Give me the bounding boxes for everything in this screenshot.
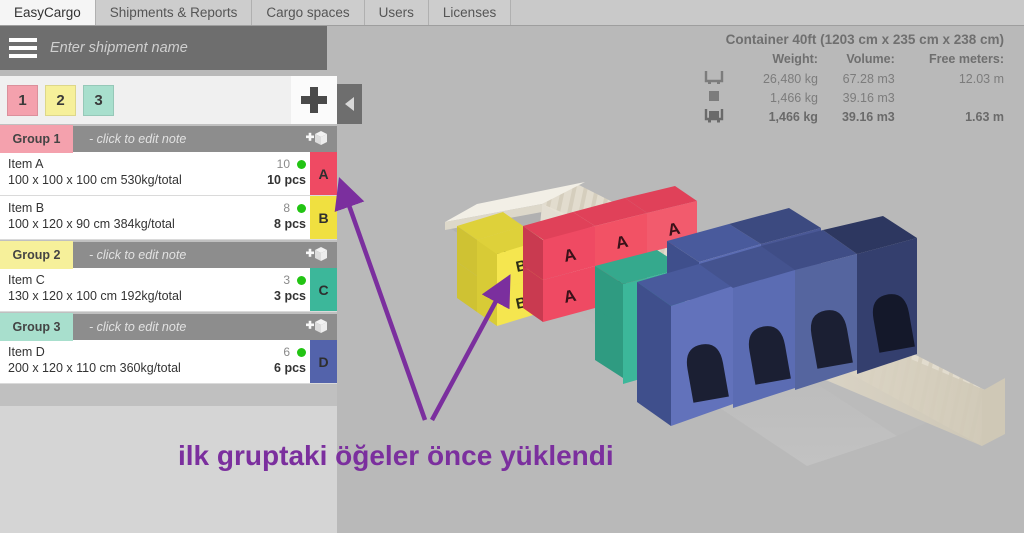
stats-header-row: Weight: Volume: Free meters: xyxy=(704,52,1004,69)
group-header-2[interactable]: Group 2 - click to edit note xyxy=(0,240,337,269)
group-tab-label: 1 xyxy=(18,91,27,109)
item-pcs: 3 pcs xyxy=(274,289,306,303)
status-dot-icon xyxy=(297,160,306,170)
item-qty-value: 10 xyxy=(276,157,290,171)
item-color-badge[interactable]: D xyxy=(310,340,337,383)
group-tab-strip: 1 2 3 xyxy=(0,76,296,124)
item-pcs: 8 pcs xyxy=(274,217,306,231)
item-name: Item B xyxy=(8,201,45,215)
item-qty-value: 3 xyxy=(283,273,290,287)
add-box-icon[interactable] xyxy=(297,245,337,265)
stats-row-cargo: 1,466 kg 39.16 m3 xyxy=(704,88,1004,107)
item-qty-value: 6 xyxy=(283,345,290,359)
group-header-1[interactable]: Group 1 - click to edit note xyxy=(0,124,337,153)
container-capacity-icon xyxy=(704,69,738,88)
loaded-volume: 39.16 m3 xyxy=(841,110,895,124)
container-title: Container 40ft (1203 cm x 235 cm x 238 c… xyxy=(725,32,1004,47)
item-color-badge[interactable]: B xyxy=(310,196,337,239)
group-note[interactable]: - click to edit note xyxy=(73,248,297,262)
stats-row-loaded: 1,466 kg 39.16 m3 1.63 m xyxy=(704,107,1004,127)
tab-label: Users xyxy=(378,4,414,20)
loaded-container-icon xyxy=(704,107,738,127)
capacity-weight: 26,480 kg xyxy=(762,71,818,86)
tab-label: Licenses xyxy=(442,4,497,20)
group-badge: Group 2 xyxy=(0,241,73,269)
item-name: Item D xyxy=(8,345,45,359)
capacity-free: 12.03 m xyxy=(958,71,1004,86)
status-dot-icon xyxy=(297,204,306,214)
tab-easycargo[interactable]: EasyCargo xyxy=(0,0,96,25)
group-tab-3[interactable]: 3 xyxy=(83,84,114,116)
item-quantity: 6 6 pcs xyxy=(248,340,310,383)
hamburger-icon[interactable] xyxy=(0,38,46,58)
item-qty-value: 8 xyxy=(283,201,290,215)
group-tab-label: 3 xyxy=(94,91,103,109)
item-info: Item C 130 x 120 x 100 cm 192kg/total xyxy=(0,268,248,311)
item-info: Item A 100 x 100 x 100 cm 530kg/total xyxy=(0,152,248,195)
item-dimensions: 100 x 100 x 100 cm 530kg/total xyxy=(8,173,182,187)
tab-licenses[interactable]: Licenses xyxy=(428,0,512,25)
item-dimensions: 100 x 120 x 90 cm 384kg/total xyxy=(8,217,175,231)
stats-col-weight: Weight: xyxy=(772,52,818,66)
item-pcs: 10 pcs xyxy=(267,173,306,187)
shipment-header: Enter shipment name xyxy=(0,26,327,70)
item-dimensions: 200 x 120 x 110 cm 360kg/total xyxy=(8,361,181,375)
group-tab-label: 2 xyxy=(56,91,65,109)
cargo-volume: 39.16 m3 xyxy=(842,90,895,105)
application-window: EasyCargo Shipments & Reports Cargo spac… xyxy=(0,0,1024,533)
cargo-weight: 1,466 kg xyxy=(769,90,818,105)
table-row[interactable]: Item B 100 x 120 x 90 cm 384kg/total 8 8… xyxy=(0,196,337,240)
table-row[interactable]: Item C 130 x 120 x 100 cm 192kg/total 3 … xyxy=(0,268,337,312)
item-name: Item C xyxy=(8,273,45,287)
stats-col-volume: Volume: xyxy=(846,52,895,66)
item-quantity: 3 3 pcs xyxy=(248,268,310,311)
annotation-text: ilk gruptaki öğeler önce yüklendi xyxy=(178,440,614,471)
collapse-panel-button[interactable] xyxy=(337,84,362,124)
group-tab-2[interactable]: 2 xyxy=(45,84,76,116)
item-info: Item B 100 x 120 x 90 cm 384kg/total xyxy=(0,196,248,239)
item-color-badge[interactable]: A xyxy=(310,152,337,195)
group-badge: Group 1 xyxy=(0,125,73,153)
stats-row-capacity: 26,480 kg 67.28 m3 12.03 m xyxy=(704,69,1004,88)
tab-shipments-reports[interactable]: Shipments & Reports xyxy=(95,0,253,25)
stats-col-free-meters: Free meters: xyxy=(928,52,1004,66)
cargo-solid-icon xyxy=(704,88,738,107)
item-name: Item A xyxy=(8,157,44,171)
group-note[interactable]: - click to edit note xyxy=(73,320,297,334)
table-row[interactable]: Item D 200 x 120 x 110 cm 360kg/total 6 … xyxy=(0,340,337,384)
tab-users[interactable]: Users xyxy=(364,0,429,25)
item-quantity: 8 8 pcs xyxy=(248,196,310,239)
cargo-list-panel: Group 1 - click to edit note Item A 100 … xyxy=(0,124,337,406)
stats-table: Weight: Volume: Free meters: 26,480 kg 6… xyxy=(704,52,1004,127)
status-dot-icon xyxy=(297,276,306,286)
shipment-name-input[interactable]: Enter shipment name xyxy=(46,40,327,56)
group-note[interactable]: - click to edit note xyxy=(73,132,297,146)
cargo-free xyxy=(895,88,1004,107)
container-stats-panel: Container 40ft (1203 cm x 235 cm x 238 c… xyxy=(704,32,1004,127)
table-row[interactable]: Item A 100 x 100 x 100 cm 530kg/total 10… xyxy=(0,152,337,196)
add-box-icon[interactable] xyxy=(297,129,337,149)
group-header-3[interactable]: Group 3 - click to edit note xyxy=(0,312,337,341)
add-box-icon[interactable] xyxy=(297,317,337,337)
loaded-weight: 1,466 kg xyxy=(768,110,818,124)
item-color-badge[interactable]: C xyxy=(310,268,337,311)
capacity-volume: 67.28 m3 xyxy=(842,71,895,86)
plus-icon xyxy=(301,87,327,113)
group-tab-1[interactable]: 1 xyxy=(7,84,38,116)
add-group-button[interactable] xyxy=(291,76,337,124)
tab-label: EasyCargo xyxy=(14,4,81,20)
item-info: Item D 200 x 120 x 110 cm 360kg/total xyxy=(0,340,248,383)
item-dimensions: 130 x 120 x 100 cm 192kg/total xyxy=(8,289,182,303)
item-quantity: 10 10 pcs xyxy=(248,152,310,195)
tab-label: Shipments & Reports xyxy=(109,4,238,20)
status-dot-icon xyxy=(297,348,306,358)
tab-cargo-spaces[interactable]: Cargo spaces xyxy=(252,0,365,25)
chevron-left-icon xyxy=(345,97,354,111)
group-badge: Group 3 xyxy=(0,313,73,341)
loaded-free: 1.63 m xyxy=(965,110,1004,124)
item-pcs: 6 pcs xyxy=(274,361,306,375)
tab-label: Cargo spaces xyxy=(266,4,350,20)
main-tab-bar: EasyCargo Shipments & Reports Cargo spac… xyxy=(0,0,1024,26)
stats-icon-col xyxy=(704,52,738,69)
